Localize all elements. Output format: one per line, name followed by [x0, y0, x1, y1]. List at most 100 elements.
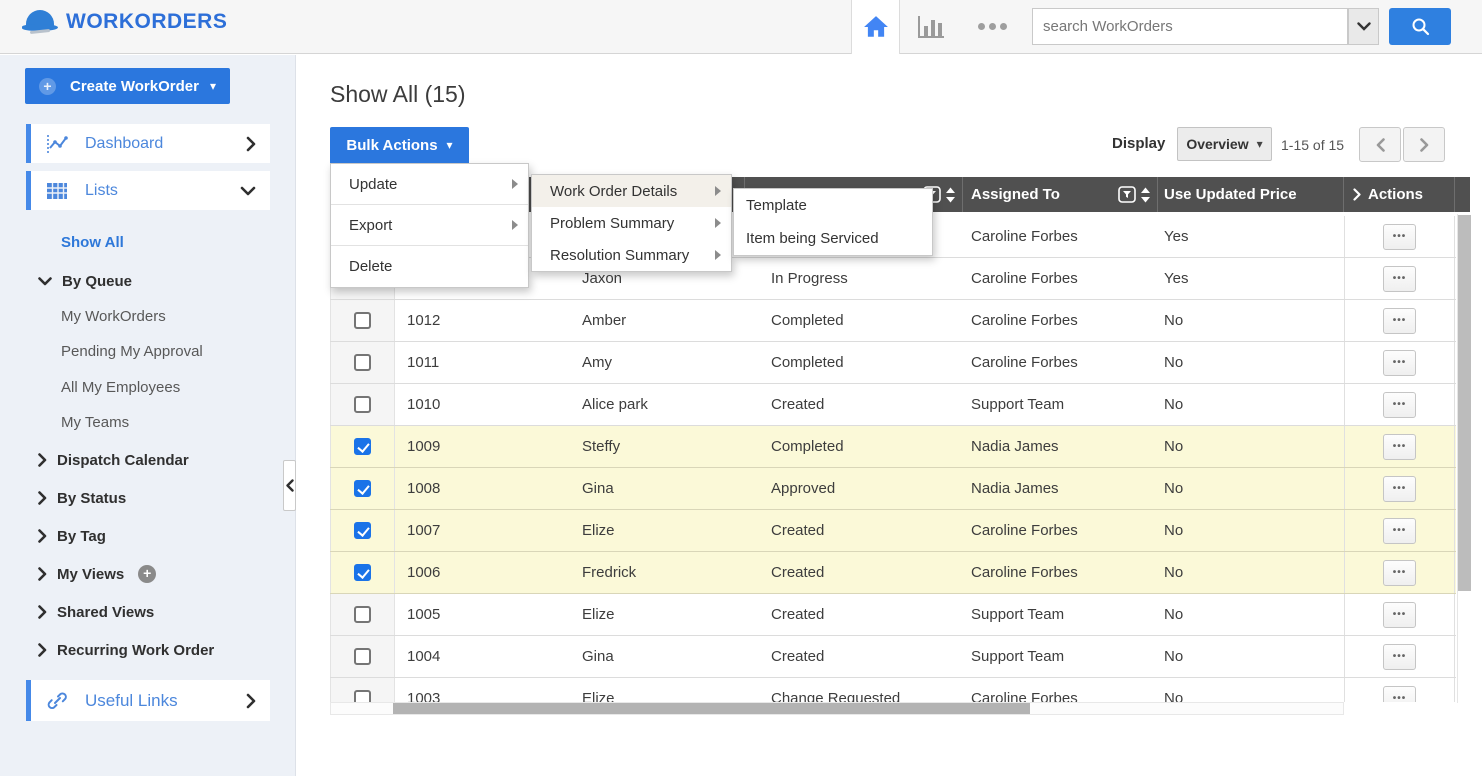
row-checkbox[interactable] — [354, 606, 371, 623]
column-header-assigned-to[interactable]: Assigned To — [963, 177, 1158, 212]
menu-item-delete[interactable]: Delete — [331, 246, 528, 287]
table-row: 1008 Gina Approved Nadia James No ••• — [330, 468, 1456, 510]
filter-icon[interactable] — [1118, 186, 1136, 203]
horizontal-scrollbar-thumb[interactable] — [393, 703, 1030, 714]
table-body: Caroline Forbes Yes ••• Jaxon In Progres… — [330, 216, 1456, 702]
sidebar-item-by-status[interactable]: By Status — [38, 486, 126, 510]
table-row: 1003 Elize Change Requested Caroline For… — [330, 678, 1456, 702]
workorders-app: WORKORDERS — [0, 0, 1482, 776]
more-icon — [978, 23, 985, 30]
sidebar-item-by-tag[interactable]: By Tag — [38, 524, 106, 548]
sidebar-item-recurring-work-order[interactable]: Recurring Work Order — [38, 638, 214, 662]
app-logo[interactable]: WORKORDERS — [22, 10, 227, 34]
bulk-actions-button[interactable]: Bulk Actions ▾ — [330, 127, 469, 163]
row-actions-button[interactable]: ••• — [1383, 308, 1416, 334]
submenu-arrow-icon — [512, 220, 518, 230]
sort-icon[interactable] — [1140, 187, 1151, 203]
sidebar-item-dispatch-calendar[interactable]: Dispatch Calendar — [38, 448, 189, 472]
sidebar-item-lists[interactable]: Lists — [26, 171, 270, 210]
row-actions-button[interactable]: ••• — [1383, 602, 1416, 628]
menu-item-resolution-summary[interactable]: Resolution Summary — [532, 239, 731, 271]
column-header-use-updated-price[interactable]: Use Updated Price — [1158, 177, 1344, 212]
menu-item-export[interactable]: Export — [331, 205, 528, 246]
top-bar: WORKORDERS — [0, 0, 1482, 54]
sidebar: + Create WorkOrder ▾ Dashboard Lists Sho… — [0, 55, 296, 776]
table-row: 1005 Elize Created Support Team No ••• — [330, 594, 1456, 636]
row-checkbox[interactable] — [354, 522, 371, 539]
vertical-scrollbar[interactable] — [1457, 214, 1470, 703]
sidebar-item-useful-links[interactable]: Useful Links — [26, 680, 270, 721]
sidebar-item-dashboard[interactable]: Dashboard — [26, 124, 270, 163]
sidebar-item-all-my-employees[interactable]: All My Employees — [61, 375, 180, 399]
row-actions-button[interactable]: ••• — [1383, 434, 1416, 460]
row-actions-button[interactable]: ••• — [1383, 224, 1416, 250]
row-checkbox[interactable] — [354, 396, 371, 413]
row-actions-button[interactable]: ••• — [1383, 518, 1416, 544]
column-header-scroll-filler — [1455, 177, 1470, 212]
home-nav-button[interactable] — [851, 0, 900, 54]
dashboard-icon — [46, 134, 68, 154]
row-checkbox[interactable] — [354, 354, 371, 371]
chevron-right-icon — [1420, 138, 1429, 152]
add-view-icon[interactable]: + — [138, 565, 156, 583]
plus-circle-icon: + — [39, 78, 56, 95]
reports-nav-button[interactable] — [914, 13, 948, 41]
search-button[interactable] — [1389, 8, 1451, 45]
search-icon — [1411, 17, 1430, 36]
sidebar-item-shared-views[interactable]: Shared Views — [38, 600, 154, 624]
chevron-right-icon — [38, 491, 47, 505]
caret-down-icon: ▾ — [1257, 138, 1263, 150]
menu-item-template[interactable]: Template — [734, 189, 932, 222]
column-header-actions[interactable]: Actions — [1344, 177, 1455, 212]
previous-page-button[interactable] — [1359, 127, 1401, 162]
row-checkbox[interactable] — [354, 648, 371, 665]
row-actions-button[interactable]: ••• — [1383, 392, 1416, 418]
home-icon — [863, 15, 889, 39]
sidebar-item-by-queue[interactable]: By Queue — [38, 269, 132, 293]
row-checkbox[interactable] — [354, 564, 371, 581]
page-title: Show All (15) — [330, 81, 466, 108]
submenu-arrow-icon — [715, 250, 721, 260]
sidebar-collapse-handle[interactable] — [283, 460, 296, 511]
bulk-actions-menu: Update Export Delete — [330, 163, 529, 288]
sidebar-item-pending-my-approval[interactable]: Pending My Approval — [61, 339, 203, 363]
chevron-down-icon — [1357, 22, 1371, 31]
sort-icon[interactable] — [945, 187, 956, 203]
chevron-right-icon — [38, 605, 47, 619]
more-menu-button[interactable] — [978, 23, 1007, 30]
sidebar-item-my-views[interactable]: My Views + — [38, 562, 156, 586]
row-checkbox[interactable] — [354, 690, 371, 702]
row-checkbox[interactable] — [354, 312, 371, 329]
row-checkbox[interactable] — [354, 438, 371, 455]
table-row: 1011 Amy Completed Caroline Forbes No ••… — [330, 342, 1456, 384]
menu-item-work-order-details[interactable]: Work Order Details — [532, 175, 731, 207]
horizontal-scrollbar[interactable] — [330, 702, 1344, 715]
row-actions-button[interactable]: ••• — [1383, 476, 1416, 502]
row-actions-button[interactable]: ••• — [1383, 560, 1416, 586]
chevron-right-icon — [38, 567, 47, 581]
search-input[interactable] — [1032, 8, 1348, 45]
table-row: 1010 Alice park Created Support Team No … — [330, 384, 1456, 426]
sidebar-item-my-teams[interactable]: My Teams — [61, 410, 129, 434]
row-actions-button[interactable]: ••• — [1383, 644, 1416, 670]
display-mode-dropdown[interactable]: Overview ▾ — [1177, 127, 1272, 161]
submenu-arrow-icon — [512, 179, 518, 189]
menu-item-item-being-serviced[interactable]: Item being Serviced — [734, 222, 932, 255]
row-actions-button[interactable]: ••• — [1383, 350, 1416, 376]
search-scope-dropdown[interactable] — [1348, 8, 1379, 45]
chevron-left-icon — [1376, 138, 1385, 152]
row-checkbox[interactable] — [354, 480, 371, 497]
chevron-right-icon — [246, 693, 256, 709]
create-workorder-button[interactable]: + Create WorkOrder ▾ — [25, 68, 230, 104]
vertical-scrollbar-thumb[interactable] — [1458, 215, 1471, 591]
next-page-button[interactable] — [1403, 127, 1445, 162]
submenu-arrow-icon — [715, 186, 721, 196]
sidebar-item-show-all[interactable]: Show All — [61, 230, 124, 254]
row-actions-button[interactable]: ••• — [1383, 686, 1416, 703]
menu-item-problem-summary[interactable]: Problem Summary — [532, 207, 731, 239]
sidebar-item-my-workorders[interactable]: My WorkOrders — [61, 304, 166, 328]
menu-item-update[interactable]: Update — [331, 164, 528, 205]
pagination-range: 1-15 of 15 — [1281, 137, 1344, 153]
row-actions-button[interactable]: ••• — [1383, 266, 1416, 292]
display-label: Display — [1112, 135, 1165, 152]
